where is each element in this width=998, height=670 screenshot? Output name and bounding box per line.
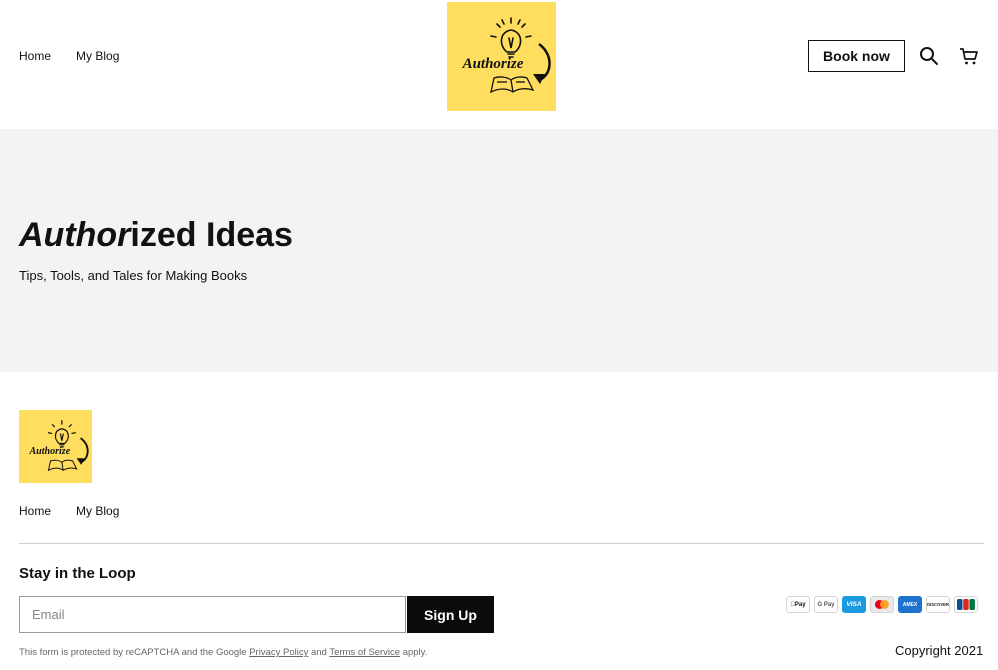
logo-wordmark: Authorize	[462, 56, 524, 72]
nav-home-link[interactable]: Home	[19, 49, 51, 63]
site-header: Home My Blog Authorize Book now	[0, 0, 998, 129]
discover-label: DISCOVER	[927, 602, 949, 607]
jcb-icon	[954, 596, 978, 613]
cart-icon[interactable]	[958, 45, 980, 67]
nav-my-blog-link[interactable]: My Blog	[76, 49, 119, 63]
payment-methods: Pay G Pay VISA AMEX DISCOVER	[786, 596, 978, 613]
footer-home-link[interactable]: Home	[19, 504, 51, 518]
page-title: Authorized Ideas	[19, 216, 293, 255]
main-nav: Home My Blog	[19, 49, 119, 63]
page-subtitle: Tips, Tools, and Tales for Making Books	[19, 268, 248, 283]
footer-logo[interactable]: Authorize	[19, 410, 92, 483]
copyright-text: Copyright 2021	[895, 643, 984, 658]
legal-prefix: This form is protected by reCAPTCHA and …	[19, 647, 250, 658]
privacy-policy-link[interactable]: Privacy Policy	[249, 647, 308, 658]
newsletter-title: Stay in the Loop	[19, 565, 136, 582]
footer-divider	[19, 543, 984, 544]
footer-my-blog-link[interactable]: My Blog	[76, 504, 119, 518]
google-pay-icon: G Pay	[814, 596, 838, 613]
footer-logo-wordmark: Authorize	[28, 446, 70, 457]
apple-pay-label: Pay	[792, 601, 806, 608]
email-field[interactable]	[19, 596, 406, 633]
amex-icon: AMEX	[898, 596, 922, 613]
hero-banner: Authorized Ideas Tips, Tools, and Tales …	[0, 129, 998, 372]
site-footer: Authorize Home My Blog Stay in the Loop …	[0, 372, 998, 670]
page-title-italic: Author	[19, 216, 131, 254]
discover-icon: DISCOVER	[926, 596, 950, 613]
legal-and: and	[308, 647, 330, 658]
visa-label: VISA	[846, 601, 862, 608]
book-now-button[interactable]: Book now	[808, 40, 905, 72]
search-icon[interactable]	[918, 45, 940, 67]
page-title-rest: ized Ideas	[130, 216, 293, 254]
terms-of-service-link[interactable]: Terms of Service	[329, 647, 400, 658]
amex-label: AMEX	[902, 601, 918, 608]
legal-suffix: apply.	[400, 647, 428, 658]
mastercard-icon	[870, 596, 894, 613]
site-logo[interactable]: Authorize	[447, 2, 556, 111]
footer-nav: Home My Blog	[19, 504, 119, 518]
sign-up-button[interactable]: Sign Up	[407, 596, 494, 633]
apple-pay-icon: Pay	[786, 596, 810, 613]
visa-icon: VISA	[842, 596, 866, 613]
google-pay-label: G Pay	[817, 601, 835, 608]
recaptcha-notice: This form is protected by reCAPTCHA and …	[19, 647, 427, 658]
